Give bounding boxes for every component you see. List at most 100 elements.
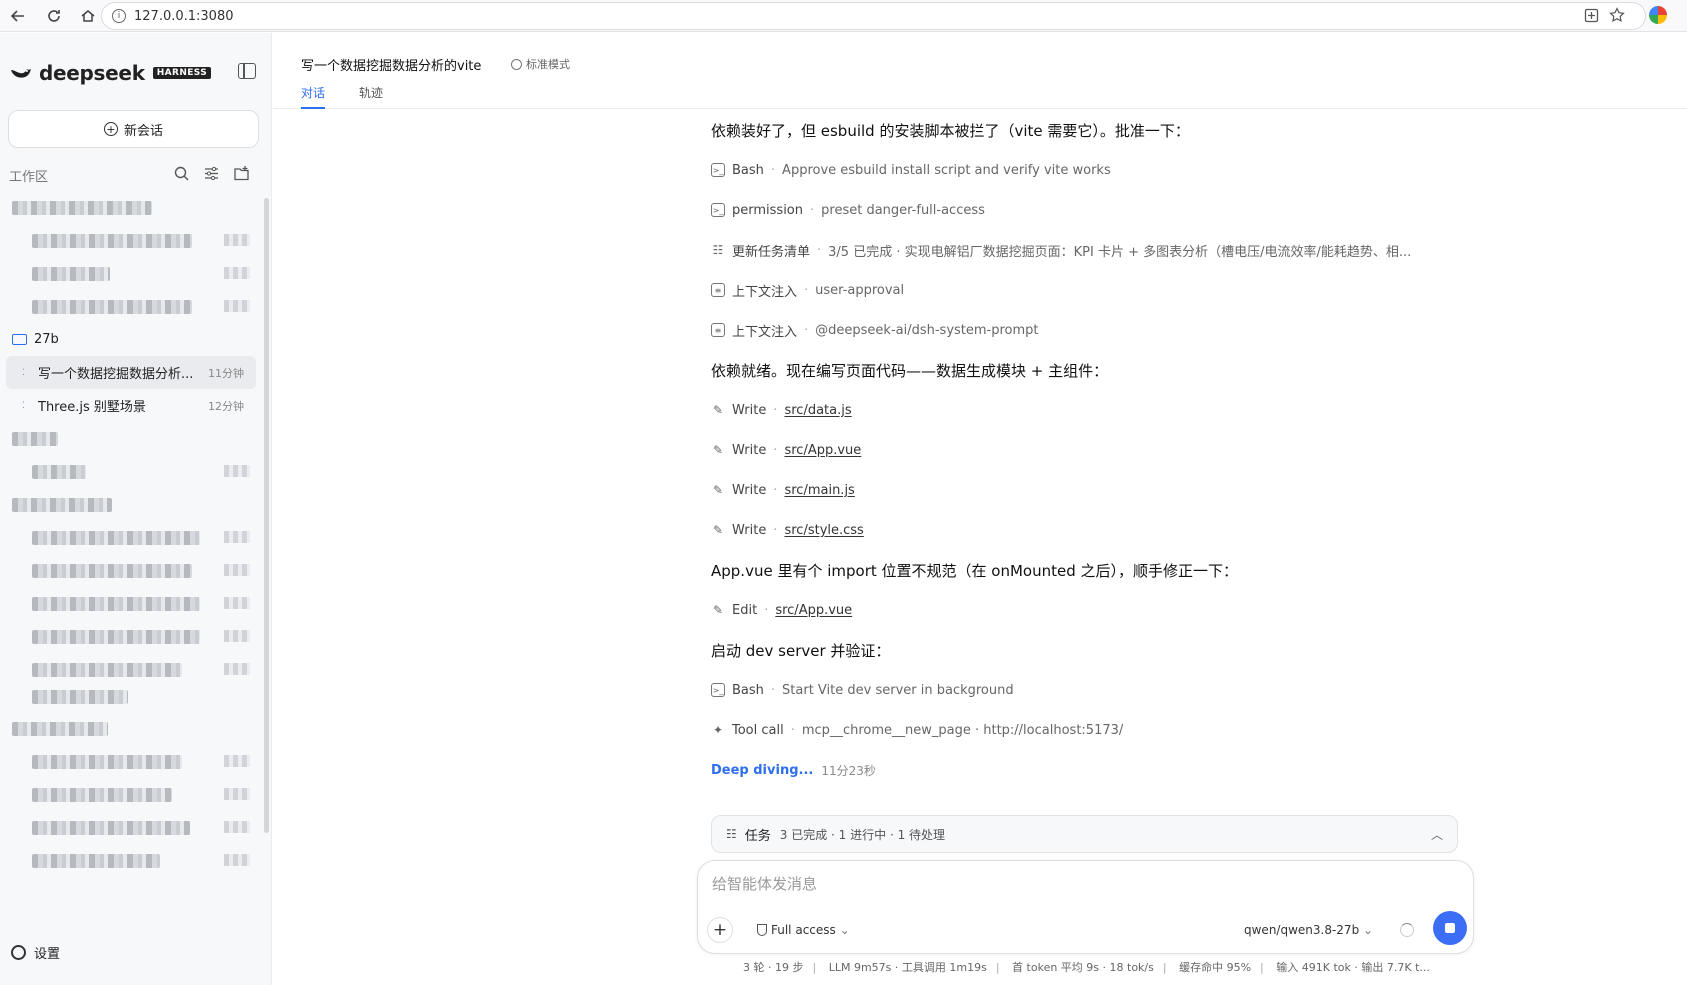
assistant-message: 启动 dev server 并验证： — [711, 641, 891, 660]
chat-status-icon: ⁚ — [22, 400, 25, 411]
reload-icon[interactable] — [42, 4, 66, 28]
mode-label: 标准模式 — [526, 58, 570, 71]
chat-item[interactable]: ⁚ Three.js 别墅场景 12分钟 — [6, 389, 256, 422]
redacted-chat[interactable] — [0, 257, 262, 290]
tool-detail: Start Vite dev server in background — [782, 682, 1014, 698]
message-input[interactable] — [712, 875, 1412, 893]
stat-timing: LLM 9m57s · 工具调用 1m19s — [828, 961, 987, 974]
tool-call-row[interactable]: ✦ Tool call · mcp__chrome__new_page · htt… — [711, 710, 1461, 750]
task-summary-bar[interactable]: ☷ 任务 3 已完成 · 1 进行中 · 1 待处理 ︿ — [711, 815, 1458, 853]
tool-name: Tool call — [732, 722, 784, 738]
extension-icon[interactable] — [1649, 6, 1667, 24]
sidebar-scrollbar[interactable] — [264, 198, 269, 833]
brand[interactable]: deepseek HARNESS — [9, 61, 212, 85]
write-row[interactable]: ✎ Write · src/App.vue — [711, 430, 1461, 470]
gear-icon — [11, 945, 26, 960]
stat-rounds: 3 轮 · 19 步 — [743, 961, 804, 974]
document-icon: ≡ — [711, 283, 725, 297]
toggle-sidebar-icon[interactable] — [238, 63, 256, 79]
conversation: 依赖装好了，但 esbuild 的安装脚本被拦了（vite 需要它）。批准一下：… — [711, 110, 1461, 790]
settings-label: 设置 — [34, 947, 61, 962]
bookmark-star-icon[interactable] — [1609, 7, 1625, 23]
redacted-chat[interactable] — [0, 745, 262, 778]
tool-call-row[interactable]: ≡ 上下文注入 · @deepseek-ai/dsh-system-prompt — [711, 310, 1461, 350]
write-row[interactable]: ✎ Write · src/main.js — [711, 470, 1461, 510]
redacted-chat[interactable] — [0, 620, 262, 653]
install-app-icon[interactable] — [1584, 8, 1599, 23]
stop-button[interactable] — [1433, 911, 1467, 945]
tool-detail: Approve esbuild install script and verif… — [782, 162, 1111, 178]
redacted-folder[interactable] — [0, 488, 262, 521]
redacted-chat[interactable] — [0, 224, 262, 257]
sidebar: deepseek HARNESS + 新会话 工作区 27b ⁚ 写一个数据挖掘… — [0, 33, 272, 985]
stop-icon — [1445, 923, 1455, 933]
terminal-icon: >_ — [711, 683, 725, 697]
brand-badge: HARNESS — [152, 67, 212, 79]
tool-detail: @deepseek-ai/dsh-system-prompt — [815, 322, 1039, 338]
composer: + Full access ⌄ qwen/qwen3.8-27b ⌄ — [697, 860, 1474, 954]
redacted-folder[interactable] — [0, 422, 262, 455]
tab-conversation[interactable]: 对话 — [301, 84, 326, 109]
model-dropdown[interactable]: qwen/qwen3.8-27b ⌄ — [1244, 923, 1373, 937]
redacted-folder[interactable] — [0, 712, 262, 745]
new-chat-label: 新会话 — [123, 123, 163, 139]
tool-call-row[interactable]: >_ permission · preset danger-full-access — [711, 190, 1461, 230]
redacted-chat[interactable] — [0, 521, 262, 554]
stat-token-speed: 首 token 平均 9s · 18 tok/s — [1012, 961, 1154, 974]
file-link[interactable]: src/style.css — [784, 523, 863, 538]
tool-name: permission — [732, 202, 803, 218]
filter-icon[interactable] — [204, 166, 219, 181]
assistant-message: 依赖就绪。现在编写页面代码——数据生成模块 + 主组件： — [711, 361, 1109, 380]
new-folder-icon[interactable] — [234, 166, 249, 181]
chevron-up-icon[interactable]: ︿ — [1431, 826, 1443, 843]
chat-title: 写一个数据挖掘数据分析... — [38, 367, 194, 382]
folder-27b[interactable]: 27b — [0, 323, 262, 356]
back-icon[interactable] — [6, 4, 30, 28]
assistant-message: 依赖装好了，但 esbuild 的安装脚本被拦了（vite 需要它）。批准一下： — [711, 121, 1190, 140]
redacted-chat[interactable] — [0, 844, 262, 877]
tool-name: Write — [732, 442, 767, 458]
folder-icon — [12, 334, 27, 345]
tool-name: Write — [732, 482, 767, 498]
search-icon[interactable] — [174, 166, 189, 181]
chat-time: 12分钟 — [208, 399, 244, 413]
url-text: 127.0.0.1:3080 — [134, 8, 234, 24]
redacted-chat[interactable] — [0, 653, 262, 686]
file-link[interactable]: src/main.js — [784, 483, 854, 498]
mode-tag[interactable]: 标准模式 — [511, 56, 570, 72]
redacted-chat[interactable] — [0, 290, 262, 323]
redacted-chat[interactable] — [0, 811, 262, 844]
write-row[interactable]: ✎ Write · src/data.js — [711, 390, 1461, 430]
home-icon[interactable] — [76, 4, 100, 28]
pencil-icon: ✎ — [712, 443, 724, 457]
chat-item-active[interactable]: ⁚ 写一个数据挖掘数据分析... 11分钟 — [6, 356, 256, 389]
edit-row[interactable]: ✎ Edit · src/App.vue — [711, 590, 1461, 630]
tool-call-row[interactable]: ☷ 更新任务清单 · 3/5 已完成 · 实现电解铝厂数据挖掘页面：KPI 卡片 … — [711, 230, 1461, 270]
write-row[interactable]: ✎ Write · src/style.css — [711, 510, 1461, 550]
settings-button[interactable]: 设置 — [11, 943, 60, 962]
add-attachment-button[interactable]: + — [707, 917, 733, 943]
access-mode-dropdown[interactable]: Full access ⌄ — [757, 923, 850, 937]
site-info-icon[interactable]: i — [112, 9, 126, 23]
file-link[interactable]: src/App.vue — [784, 443, 861, 458]
tool-call-row[interactable]: >_ Bash · Approve esbuild install script … — [711, 150, 1461, 190]
redacted-chat[interactable] — [0, 587, 262, 620]
redacted-folder[interactable] — [0, 191, 262, 224]
folder-name: 27b — [34, 332, 59, 347]
redacted-chat[interactable] — [0, 778, 262, 811]
chevron-down-icon: ⌄ — [1363, 923, 1374, 937]
address-bar[interactable]: i 127.0.0.1:3080 — [101, 2, 1646, 30]
redacted-chat[interactable] — [0, 686, 262, 712]
access-label: Full access — [771, 923, 836, 937]
brand-name: deepseek — [39, 61, 145, 85]
tool-detail: mcp__chrome__new_page · http://localhost… — [801, 722, 1124, 738]
redacted-chat[interactable] — [0, 455, 262, 488]
new-chat-button[interactable]: + 新会话 — [8, 110, 259, 148]
redacted-chat[interactable] — [0, 554, 262, 587]
tool-call-row[interactable]: >_ Bash · Start Vite dev server in backgr… — [711, 670, 1461, 710]
tool-call-row[interactable]: ≡ 上下文注入 · user-approval — [711, 270, 1461, 310]
tool-name: Bash — [732, 682, 764, 698]
file-link[interactable]: src/App.vue — [775, 603, 852, 618]
file-link[interactable]: src/data.js — [784, 403, 851, 418]
tab-trace[interactable]: 轨迹 — [359, 84, 383, 109]
